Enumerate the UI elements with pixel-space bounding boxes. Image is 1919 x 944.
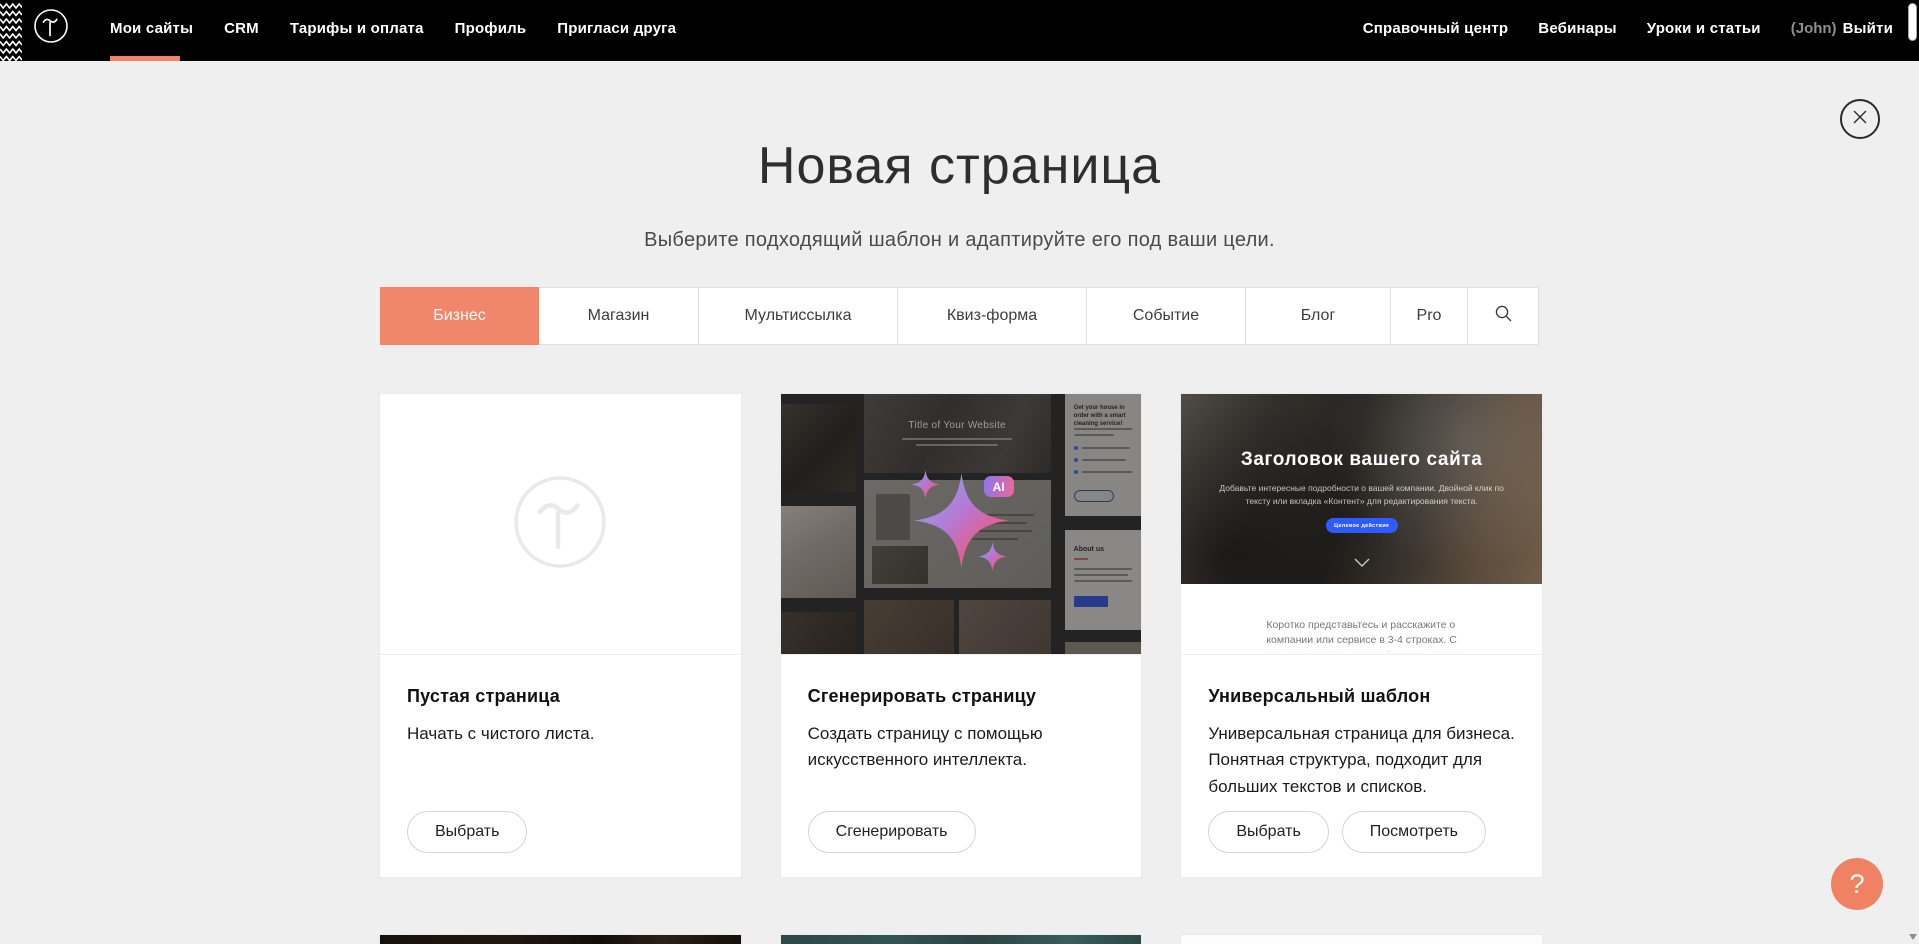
card-title: Сгенерировать страницу: [808, 686, 1115, 707]
template-cta-button: Целевое действие: [1326, 518, 1398, 533]
blank-page-preview[interactable]: [380, 394, 741, 655]
search-icon: [1494, 304, 1513, 328]
ai-badge: AI: [984, 476, 1014, 497]
card-body: Универсальный шаблон Универсальная стран…: [1181, 655, 1542, 877]
nav-item-tariffs[interactable]: Тарифы и оплата: [290, 20, 424, 37]
nav-left: Мои сайты CRM Тарифы и оплата Профиль Пр…: [110, 0, 676, 56]
chevron-down-icon: [1354, 554, 1370, 572]
active-nav-underline: [110, 56, 180, 61]
nav-right: Справочный центр Вебинары Уроки и статьи…: [1363, 0, 1893, 56]
page-subtitle: Выберите подходящий шаблон и адаптируйте…: [0, 229, 1919, 252]
select-button[interactable]: Выбрать: [1208, 811, 1328, 853]
card-universal-template: Заголовок вашего сайта Добавьте интересн…: [1181, 394, 1542, 877]
select-button[interactable]: Выбрать: [407, 811, 527, 853]
screen: Мои сайты CRM Тарифы и оплата Профиль Пр…: [0, 0, 1919, 944]
template-category-tabs: Бизнес Магазин Мультиссылка Квиз-форма С…: [380, 287, 1539, 345]
tab-event[interactable]: Событие: [1087, 287, 1246, 345]
template-hero-subtitle: Добавьте интересные подробности о вашей …: [1211, 482, 1513, 508]
template-card-partial[interactable]: [781, 935, 1142, 944]
question-mark-icon: ?: [1849, 869, 1864, 900]
generate-button[interactable]: Сгенерировать: [808, 811, 976, 853]
template-hero-title: Заголовок вашего сайта: [1181, 449, 1542, 471]
nav-item-invite-friend[interactable]: Пригласи друга: [557, 20, 676, 37]
template-card-partial[interactable]: [380, 935, 741, 944]
preview-fade: [1181, 642, 1542, 654]
ai-preview-collage[interactable]: Title of Your Website Get your house in: [781, 394, 1142, 655]
template-grid: Пустая страница Начать с чистого листа. …: [380, 394, 1542, 944]
tab-blog[interactable]: Блог: [1246, 287, 1391, 345]
card-description: Начать с чистого листа.: [407, 721, 714, 747]
card-buttons: Сгенерировать: [808, 811, 1115, 853]
zigzag-pattern-icon: [0, 0, 22, 66]
card-description: Создать страницу с помощью искусственног…: [808, 721, 1115, 774]
tilda-watermark-icon: [512, 474, 608, 575]
nav-item-lessons[interactable]: Уроки и статьи: [1647, 20, 1761, 37]
tab-quiz-form[interactable]: Квиз-форма: [898, 287, 1087, 345]
template-hero: Заголовок вашего сайта Добавьте интересн…: [1181, 394, 1542, 584]
tab-pro[interactable]: Pro: [1391, 287, 1468, 345]
card-title: Универсальный шаблон: [1208, 686, 1515, 707]
card-buttons: Выбрать Посмотреть: [1208, 811, 1515, 853]
tab-search[interactable]: [1468, 287, 1539, 345]
card-title: Пустая страница: [407, 686, 714, 707]
tilda-logo-icon[interactable]: [33, 8, 69, 49]
template-card-partial[interactable]: [1181, 935, 1542, 944]
card-blank-page: Пустая страница Начать с чистого листа. …: [380, 394, 741, 877]
nav-item-profile[interactable]: Профиль: [455, 20, 527, 37]
close-button[interactable]: [1840, 99, 1880, 139]
card-body: Пустая страница Начать с чистого листа. …: [380, 655, 741, 877]
help-button[interactable]: ?: [1831, 858, 1883, 910]
logout-link[interactable]: Выйти: [1843, 20, 1893, 37]
nav-item-my-sites[interactable]: Мои сайты: [110, 20, 193, 37]
ai-sparkle-icon: [781, 394, 1141, 655]
close-icon: [1852, 109, 1868, 130]
nav-item-webinars[interactable]: Вебинары: [1538, 20, 1616, 37]
card-ai-generate: Title of Your Website Get your house in: [781, 394, 1142, 877]
user-name: (John): [1791, 20, 1837, 37]
universal-template-preview[interactable]: Заголовок вашего сайта Добавьте интересн…: [1181, 394, 1542, 655]
card-buttons: Выбрать: [407, 811, 714, 853]
nav-item-crm[interactable]: CRM: [224, 20, 259, 37]
scrollbar-down-arrow-icon[interactable]: [1909, 934, 1917, 940]
tab-shop[interactable]: Магазин: [539, 287, 699, 345]
top-navigation-bar: Мои сайты CRM Тарифы и оплата Профиль Пр…: [0, 0, 1919, 61]
tab-business[interactable]: Бизнес: [380, 287, 539, 345]
card-description: Универсальная страница для бизнеса. Поня…: [1208, 721, 1515, 800]
nav-item-help-center[interactable]: Справочный центр: [1363, 20, 1509, 37]
preview-button[interactable]: Посмотреть: [1342, 811, 1486, 853]
card-body: Сгенерировать страницу Создать страницу …: [781, 655, 1142, 877]
page-title: Новая страница: [0, 136, 1919, 196]
scrollbar: [1906, 0, 1919, 944]
scrollbar-thumb[interactable]: [1908, 3, 1917, 41]
nav-user: (John) Выйти: [1791, 20, 1893, 37]
tab-multilink[interactable]: Мультиссылка: [699, 287, 898, 345]
